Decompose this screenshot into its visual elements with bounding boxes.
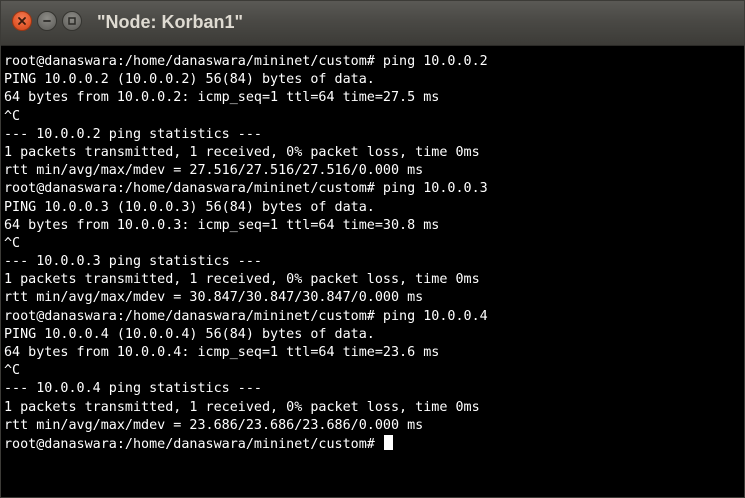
terminal-line: 64 bytes from 10.0.0.4: icmp_seq=1 ttl=6… (4, 345, 440, 360)
terminal-line: 64 bytes from 10.0.0.3: icmp_seq=1 ttl=6… (4, 217, 440, 233)
terminal-line: 1 packets transmitted, 1 received, 0% pa… (4, 272, 480, 288)
terminal-line: 1 packets transmitted, 1 received, 0% pa… (4, 144, 480, 160)
terminal-line: --- 10.0.0.3 ping statistics --- (4, 254, 262, 270)
close-button[interactable] (12, 11, 32, 31)
terminal-line: root@danaswara:/home/danaswara/mininet/c… (4, 54, 488, 69)
window-titlebar[interactable]: "Node: Korban1" (1, 1, 744, 46)
minimize-button[interactable] (37, 11, 57, 31)
terminal-line: rtt min/avg/max/mdev = 27.516/27.516/27.… (4, 163, 424, 179)
terminal-line: ^C (4, 363, 21, 379)
terminal-line: rtt min/avg/max/mdev = 30.847/30.847/30.… (4, 290, 424, 306)
terminal-line: PING 10.0.0.3 (10.0.0.3) 56(84) bytes of… (4, 199, 375, 215)
minimize-icon (43, 20, 51, 22)
terminal-line: 64 bytes from 10.0.0.2: icmp_seq=1 ttl=6… (4, 90, 440, 106)
text-cursor (383, 434, 393, 450)
terminal-line: --- 10.0.0.2 ping statistics --- (4, 126, 262, 142)
terminal-line: 1 packets transmitted, 1 received, 0% pa… (4, 399, 480, 415)
terminal-output[interactable]: root@danaswara:/home/danaswara/mininet/c… (1, 46, 744, 497)
window-title: "Node: Korban1" (97, 12, 244, 32)
terminal-line: rtt min/avg/max/mdev = 23.686/23.686/23.… (4, 417, 424, 433)
terminal-line: root@danaswara:/home/danaswara/mininet/c… (4, 308, 488, 324)
terminal-line: --- 10.0.0.4 ping statistics --- (4, 381, 262, 397)
close-icon (18, 17, 26, 25)
terminal-line: ^C (4, 235, 21, 251)
maximize-icon (68, 17, 76, 25)
command-prompt-line[interactable]: root@danaswara:/home/danaswara/mininet/c… (4, 434, 744, 453)
terminal-window: "Node: Korban1" root@danaswara:/home/dan… (0, 0, 745, 498)
terminal-line: PING 10.0.0.4 (10.0.0.4) 56(84) bytes of… (4, 326, 375, 342)
maximize-button[interactable] (62, 11, 82, 31)
terminal-line: ^C (4, 108, 21, 124)
terminal-line: PING 10.0.0.2 (10.0.0.2) 56(84) bytes of… (4, 72, 375, 88)
command-prompt: root@danaswara:/home/danaswara/mininet/c… (4, 436, 383, 452)
terminal-line: root@danaswara:/home/danaswara/mininet/c… (4, 181, 488, 197)
